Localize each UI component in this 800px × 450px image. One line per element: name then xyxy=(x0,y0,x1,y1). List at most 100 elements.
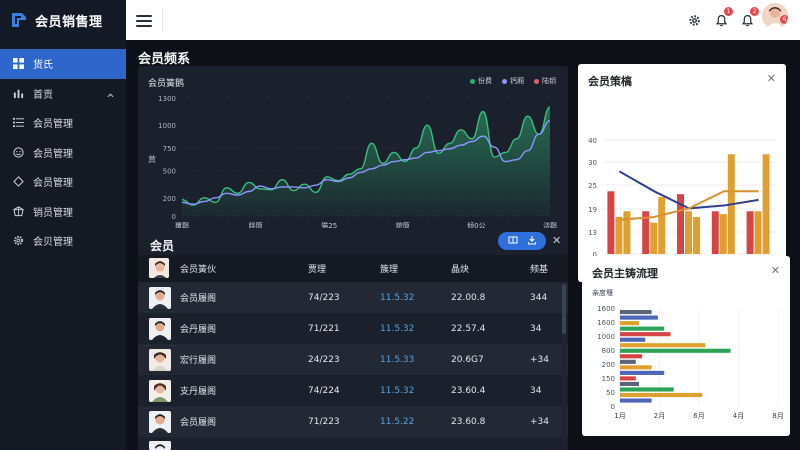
columns-icon[interactable] xyxy=(508,235,518,248)
bar xyxy=(693,216,700,254)
app-title: 会员销售理 xyxy=(35,14,103,30)
cell-value: 34 xyxy=(530,385,542,396)
sidebar-item-label: 会贝管理 xyxy=(33,237,73,249)
sidebar-item-sales[interactable]: 销员管理 xyxy=(0,197,126,227)
y-tick-label: 750 xyxy=(163,145,176,153)
avatar xyxy=(149,349,171,371)
table-row[interactable]: 宏行履阁 24/223 11.5.33 20.6G7 +34 xyxy=(138,344,568,375)
cell-name: 宏行履阁 xyxy=(180,356,217,366)
scrollbar-thumb[interactable] xyxy=(562,284,566,334)
cell-value: 34 xyxy=(530,323,542,334)
table-toolbar xyxy=(498,232,546,250)
bar xyxy=(762,154,770,254)
alert-bell-icon[interactable]: 2 xyxy=(737,7,759,30)
cell-value: 22.57.4 xyxy=(451,323,486,334)
bar xyxy=(615,216,623,254)
user-avatar[interactable]: 6 xyxy=(762,3,788,29)
close-icon[interactable]: ✕ xyxy=(552,234,561,247)
avatar xyxy=(149,287,171,309)
sidebar-item-member-level[interactable]: 会员管理 xyxy=(0,167,126,197)
bar-chart-icon xyxy=(12,87,24,99)
sidebar-item-label: 会员管理 xyxy=(33,119,73,131)
bar xyxy=(620,370,665,375)
table-title: 会员 xyxy=(150,239,175,253)
bar xyxy=(620,332,671,337)
y-tick-label: 200 xyxy=(602,361,615,369)
gift-icon xyxy=(12,205,24,217)
avatar-badge: 6 xyxy=(780,15,788,24)
y-axis-label: 黄 xyxy=(148,154,156,164)
sidebar-item-member-care[interactable]: 会员管理 xyxy=(0,138,126,168)
chevron-up-icon xyxy=(107,90,114,101)
bar xyxy=(620,315,658,320)
download-icon[interactable] xyxy=(527,235,537,248)
column-header[interactable]: 簇理 xyxy=(380,255,398,282)
sidebar-item-home[interactable]: 首贡 xyxy=(0,79,126,109)
brand[interactable]: 会员销售理 xyxy=(0,0,126,40)
cell-value: 23.60.8 xyxy=(451,416,486,427)
bar xyxy=(620,381,639,387)
y-tick-label: 150 xyxy=(602,375,615,383)
bar xyxy=(685,211,692,254)
main-content: 会员频系 会员簧鹅 份费 钙厢 陆钥 0 200 500 750 1000 1300 黄覆鞘… xyxy=(126,40,800,450)
table-scrollbar[interactable] xyxy=(562,284,566,444)
avatar xyxy=(149,380,171,402)
bar xyxy=(620,321,639,326)
table-row[interactable] xyxy=(138,437,568,450)
header-divider xyxy=(162,8,163,32)
cell-value: 74/223 xyxy=(308,292,340,303)
sidebar-item-settings[interactable]: 会贝管理 xyxy=(0,226,126,256)
y-tick-label: 1300 xyxy=(158,95,176,103)
table-row[interactable]: 会丹履阁 71/221 11.5.32 22.57.4 34 xyxy=(138,313,568,344)
y-tick-label: 800 xyxy=(602,347,615,355)
cell-value: 22.00.8 xyxy=(451,292,486,303)
bar xyxy=(620,337,646,342)
y-tick-label: 500 xyxy=(163,168,176,176)
bar xyxy=(620,365,652,370)
cell-value: 71/221 xyxy=(308,323,340,334)
bar xyxy=(754,211,762,254)
page-title: 会员频系 xyxy=(138,52,191,67)
column-header[interactable]: 晶炔 xyxy=(451,255,469,282)
table-row[interactable]: 会员履阁 71/223 11.5.22 23.60.8 +34 xyxy=(138,406,568,437)
cell-value: 71/223 xyxy=(308,416,340,427)
x-tick-label: 6月 xyxy=(693,412,704,420)
cell-value: 11.5.32 xyxy=(380,385,415,396)
bar xyxy=(623,211,631,254)
gear-icon xyxy=(12,235,24,247)
column-header[interactable]: 贾理 xyxy=(308,255,326,282)
table-header: 会员簧伙 贾理 簇理 晶炔 频基 xyxy=(138,255,568,282)
hamburger-menu-icon[interactable] xyxy=(136,12,152,28)
members-table-panel: 会员 ✕ 会员簧伙 贾理 簇理 晶炔 频基 会员履阁 74/223 11.5.3… xyxy=(138,228,568,450)
flow-horizontal-bar-chart: 0 50 150 200 800 1000 1600 1600 1月 2月 6月 4月 8月 xyxy=(597,305,784,420)
cell-name: 会员履阁 xyxy=(180,418,217,428)
cell-value: +34 xyxy=(530,354,549,365)
table-row[interactable]: 支丹履阁 74/224 11.5.32 23.60.4 34 xyxy=(138,375,568,406)
cell-value: 344 xyxy=(530,292,548,303)
sidebar-item-member-list[interactable]: 会员管理 xyxy=(0,108,126,138)
list-icon xyxy=(12,117,24,129)
column-header[interactable]: 会员簧伙 xyxy=(180,255,216,282)
strategy-bar-chart: 40302519130甜辰钼员锚筒了月皤耕 xyxy=(588,137,776,267)
column-header[interactable]: 频基 xyxy=(530,255,548,282)
cell-value: 74/224 xyxy=(308,385,340,396)
cell-name: 会丹履阁 xyxy=(180,325,217,335)
y-tick-label: 13 xyxy=(588,229,597,237)
bar xyxy=(650,222,658,254)
sidebar: 货氏 首贡 会员管理 会员管理 会员管理 销员管理 会贝管理 xyxy=(0,40,126,450)
y-tick-label: 0 xyxy=(172,213,176,221)
x-tick-label: 1月 xyxy=(614,412,625,420)
bar xyxy=(620,348,731,353)
y-tick-label: 1000 xyxy=(158,122,176,130)
notification-bell-icon[interactable]: 1 xyxy=(711,7,733,30)
table-row[interactable]: 会员履阁 74/223 11.5.32 22.00.8 344 xyxy=(138,282,568,313)
y-tick-label: 19 xyxy=(588,206,597,214)
flow-card: 会员主铸流理 ✕ 亲度堰 0 50 150 200 800 1000 1600 1600 1月 2… xyxy=(582,256,790,436)
sidebar-item-dashboard[interactable]: 货氏 xyxy=(0,49,126,79)
bar xyxy=(711,211,719,254)
bar xyxy=(620,326,665,331)
settings-gear-icon[interactable] xyxy=(684,10,704,30)
area-fill-series-1 xyxy=(182,107,550,216)
sidebar-item-label: 货氏 xyxy=(33,60,53,72)
top-header: 会员销售理 1 2 6 xyxy=(0,0,800,40)
